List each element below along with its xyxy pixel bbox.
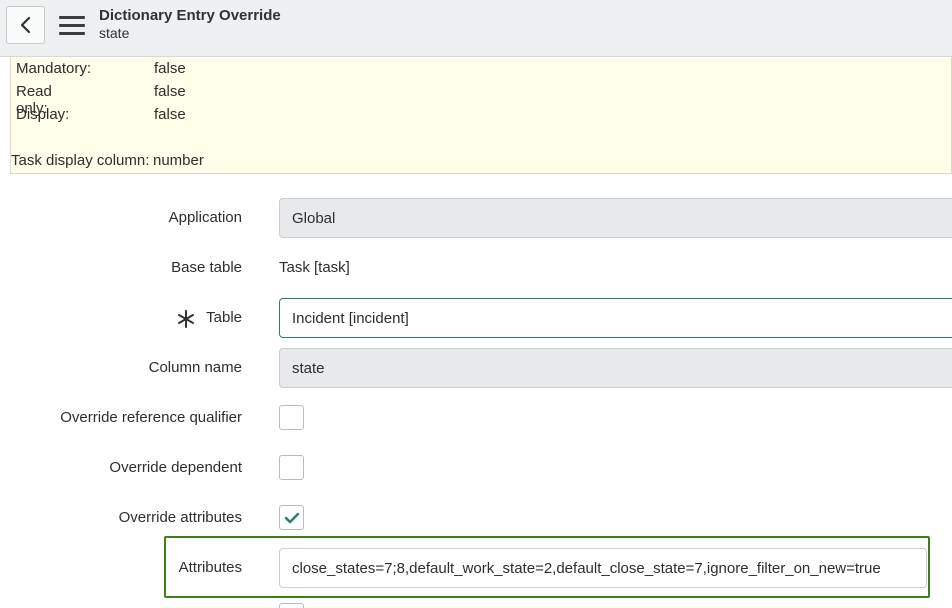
column-name-label: Column name bbox=[148, 359, 242, 376]
info-label: Task display column: bbox=[11, 152, 150, 169]
override-reference-qualifier-label: Override reference qualifier bbox=[60, 409, 242, 426]
override-attributes-label: Override attributes bbox=[118, 509, 242, 526]
column-name-field: state bbox=[279, 348, 952, 388]
page-title: Dictionary Entry Override bbox=[99, 7, 281, 24]
attributes-input[interactable]: close_states=7;8,default_work_state=2,de… bbox=[279, 548, 927, 588]
inherited-info-panel: Mandatory: false Read only: false Displa… bbox=[10, 57, 952, 174]
info-value: number bbox=[153, 152, 204, 169]
base-table-value: Task [task] bbox=[279, 259, 350, 276]
info-label: Display: bbox=[16, 106, 70, 123]
page-subtitle: state bbox=[99, 25, 130, 41]
info-value: false bbox=[154, 83, 186, 100]
override-attributes-checkbox[interactable] bbox=[279, 505, 304, 530]
base-table-label: Base table bbox=[171, 259, 242, 276]
info-value: false bbox=[154, 60, 186, 77]
override-dependent-label: Override dependent bbox=[109, 459, 242, 476]
attributes-label: Attributes bbox=[178, 559, 242, 576]
application-label: Application bbox=[168, 209, 242, 226]
override-dependent-checkbox[interactable] bbox=[279, 455, 304, 480]
table-label: Table bbox=[206, 309, 242, 326]
override-reference-qualifier-checkbox[interactable] bbox=[279, 405, 304, 430]
form-header: Dictionary Entry Override state bbox=[0, 0, 952, 57]
next-field-checkbox[interactable] bbox=[279, 603, 304, 608]
application-field: Global bbox=[279, 198, 952, 238]
table-input[interactable]: Incident [incident] bbox=[279, 298, 952, 338]
back-button[interactable] bbox=[6, 6, 45, 44]
checkmark-icon bbox=[284, 512, 299, 523]
chevron-left-icon bbox=[20, 16, 30, 34]
required-asterisk-icon bbox=[178, 310, 194, 328]
info-value: false bbox=[154, 106, 186, 123]
hamburger-menu-icon[interactable] bbox=[59, 16, 85, 36]
info-label: Mandatory: bbox=[16, 60, 92, 77]
